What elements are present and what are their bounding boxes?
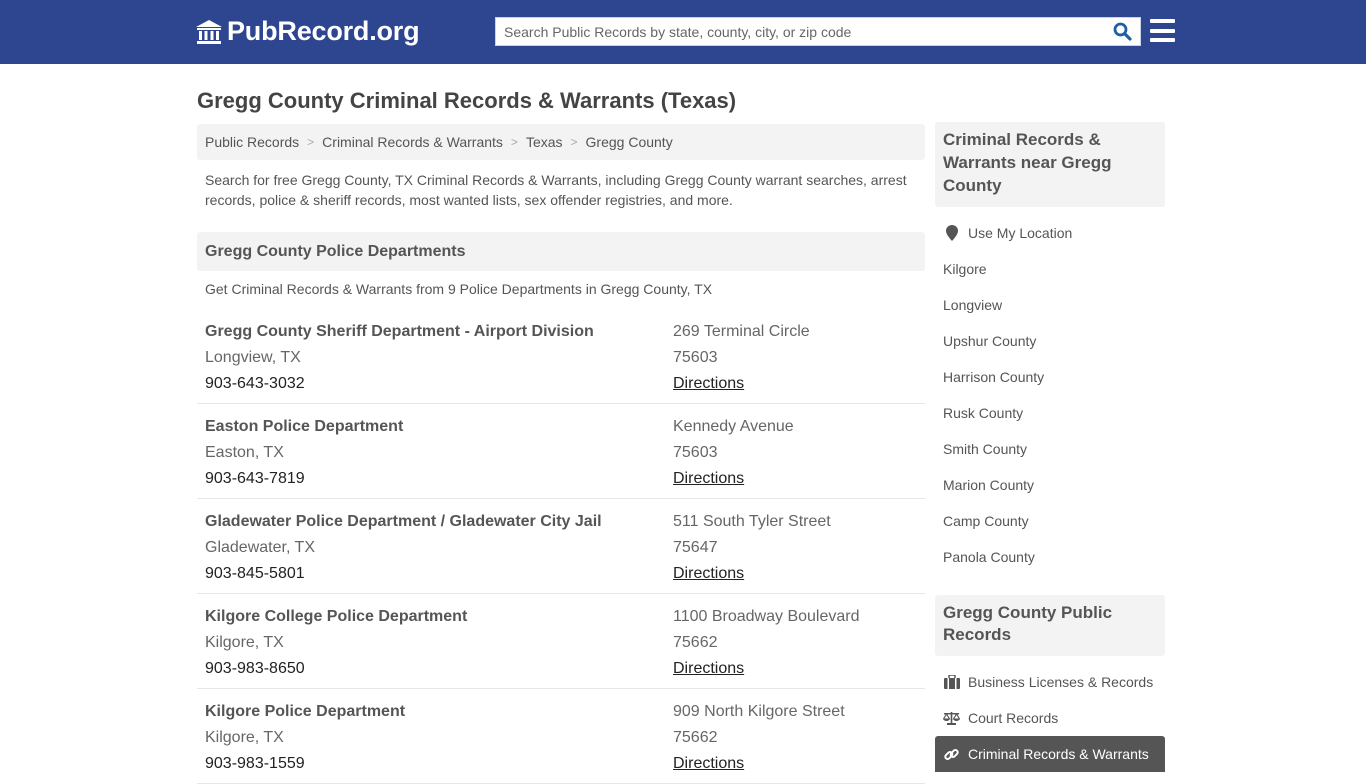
department-zip: 75603 [673, 349, 718, 366]
breadcrumb-texas[interactable]: Texas [526, 134, 563, 150]
department-name: Easton Police Department [205, 418, 404, 435]
department-address: 269 Terminal Circle [673, 323, 810, 340]
sidebar-nearby-list: Use My Location Kilgore Longview Upshur … [935, 215, 1165, 575]
sidebar-records-heading: Gregg County Public Records [935, 595, 1165, 656]
department-address: 511 South Tyler Street [673, 513, 831, 530]
sidebar-item-rusk-county[interactable]: Rusk County [935, 395, 1165, 431]
search-box [495, 17, 1141, 46]
department-zip: 75647 [673, 539, 718, 556]
department-city: Gladewater, TX [205, 539, 315, 556]
use-my-location-button[interactable]: Use My Location [935, 215, 1165, 251]
hamburger-menu-icon[interactable] [1150, 19, 1175, 42]
directions-link[interactable]: Directions [673, 470, 744, 487]
map-marker-icon [943, 225, 960, 241]
police-department-list: Gregg County Sheriff Department - Airpor… [197, 309, 925, 784]
police-section-heading: Gregg County Police Departments [197, 232, 925, 271]
department-phone[interactable]: 903-983-1559 [205, 751, 405, 777]
intro-text: Search for free Gregg County, TX Crimina… [205, 172, 907, 208]
use-my-location-label: Use My Location [968, 225, 1073, 241]
list-item: Kilgore Police Department Kilgore, TX 90… [197, 689, 925, 784]
search-button[interactable] [1104, 18, 1140, 45]
department-phone[interactable]: 903-643-3032 [205, 371, 594, 397]
sidebar-item-upshur-county[interactable]: Upshur County [935, 323, 1165, 359]
sidebar-item-label: Court Records [968, 710, 1059, 726]
list-item: Kilgore College Police Department Kilgor… [197, 594, 925, 689]
sidebar-item-kilgore[interactable]: Kilgore [935, 251, 1165, 287]
briefcase-icon [943, 675, 960, 689]
directions-link[interactable]: Directions [673, 565, 744, 582]
department-city: Kilgore, TX [205, 634, 284, 651]
sidebar-item-label: Business Licenses & Records [968, 674, 1154, 690]
department-zip: 75662 [673, 634, 718, 651]
breadcrumb-public-records[interactable]: Public Records [205, 134, 299, 150]
link-icon [943, 747, 960, 762]
sidebar-nearby-heading: Criminal Records & Warrants near Gregg C… [935, 122, 1165, 207]
department-city: Kilgore, TX [205, 729, 284, 746]
logo-text: PubRecord.org [227, 16, 420, 46]
department-address: 1100 Broadway Boulevard [673, 608, 860, 625]
department-phone[interactable]: 903-983-8650 [205, 656, 467, 682]
list-item: Easton Police Department Easton, TX 903-… [197, 404, 925, 499]
department-phone[interactable]: 903-643-7819 [205, 466, 403, 492]
department-name: Kilgore Police Department [205, 703, 406, 720]
breadcrumb-separator: > [510, 135, 518, 149]
department-address: 909 North Kilgore Street [673, 703, 845, 720]
police-section-subtitle: Get Criminal Records & Warrants from 9 P… [205, 281, 713, 297]
sidebar-item-camp-county[interactable]: Camp County [935, 503, 1165, 539]
department-zip: 75603 [673, 444, 718, 461]
sidebar-item-longview[interactable]: Longview [935, 287, 1165, 323]
department-zip: 75662 [673, 729, 718, 746]
sidebar-item-court-records[interactable]: Court Records [935, 700, 1165, 736]
search-icon [1113, 22, 1132, 41]
breadcrumb: Public Records > Criminal Records & Warr… [197, 124, 925, 160]
breadcrumb-separator: > [307, 135, 315, 149]
breadcrumb-separator: > [570, 135, 578, 149]
sidebar-item-label: Criminal Records & Warrants [968, 746, 1149, 762]
department-name: Kilgore College Police Department [205, 608, 468, 625]
department-name: Gladewater Police Department / Gladewate… [205, 513, 602, 530]
balance-scale-icon [943, 711, 960, 725]
directions-link[interactable]: Directions [673, 375, 744, 392]
sidebar-item-panola-county[interactable]: Panola County [935, 539, 1165, 575]
department-city: Easton, TX [205, 444, 284, 461]
list-item: Gregg County Sheriff Department - Airpor… [197, 309, 925, 404]
breadcrumb-gregg-county[interactable]: Gregg County [586, 134, 673, 150]
sidebar-records-list: Business Licenses & Records Court Record… [935, 664, 1165, 772]
department-address: Kennedy Avenue [673, 418, 794, 435]
department-city: Longview, TX [205, 349, 301, 366]
list-item: Gladewater Police Department / Gladewate… [197, 499, 925, 594]
directions-link[interactable]: Directions [673, 755, 744, 772]
search-input[interactable] [496, 18, 1104, 45]
sidebar-item-criminal-records[interactable]: Criminal Records & Warrants [935, 736, 1165, 772]
page-title: Gregg County Criminal Records & Warrants… [197, 88, 737, 113]
site-logo[interactable]: PubRecord.org [195, 16, 420, 47]
sidebar-item-marion-county[interactable]: Marion County [935, 467, 1165, 503]
directions-link[interactable]: Directions [673, 660, 744, 677]
breadcrumb-criminal-records[interactable]: Criminal Records & Warrants [322, 134, 503, 150]
department-name: Gregg County Sheriff Department - Airpor… [205, 323, 594, 340]
site-header: PubRecord.org [0, 0, 1366, 64]
sidebar-item-smith-county[interactable]: Smith County [935, 431, 1165, 467]
department-phone[interactable]: 903-845-5801 [205, 561, 602, 587]
bank-building-icon [195, 18, 223, 46]
sidebar-item-business-licenses[interactable]: Business Licenses & Records [935, 664, 1165, 700]
sidebar-item-harrison-county[interactable]: Harrison County [935, 359, 1165, 395]
